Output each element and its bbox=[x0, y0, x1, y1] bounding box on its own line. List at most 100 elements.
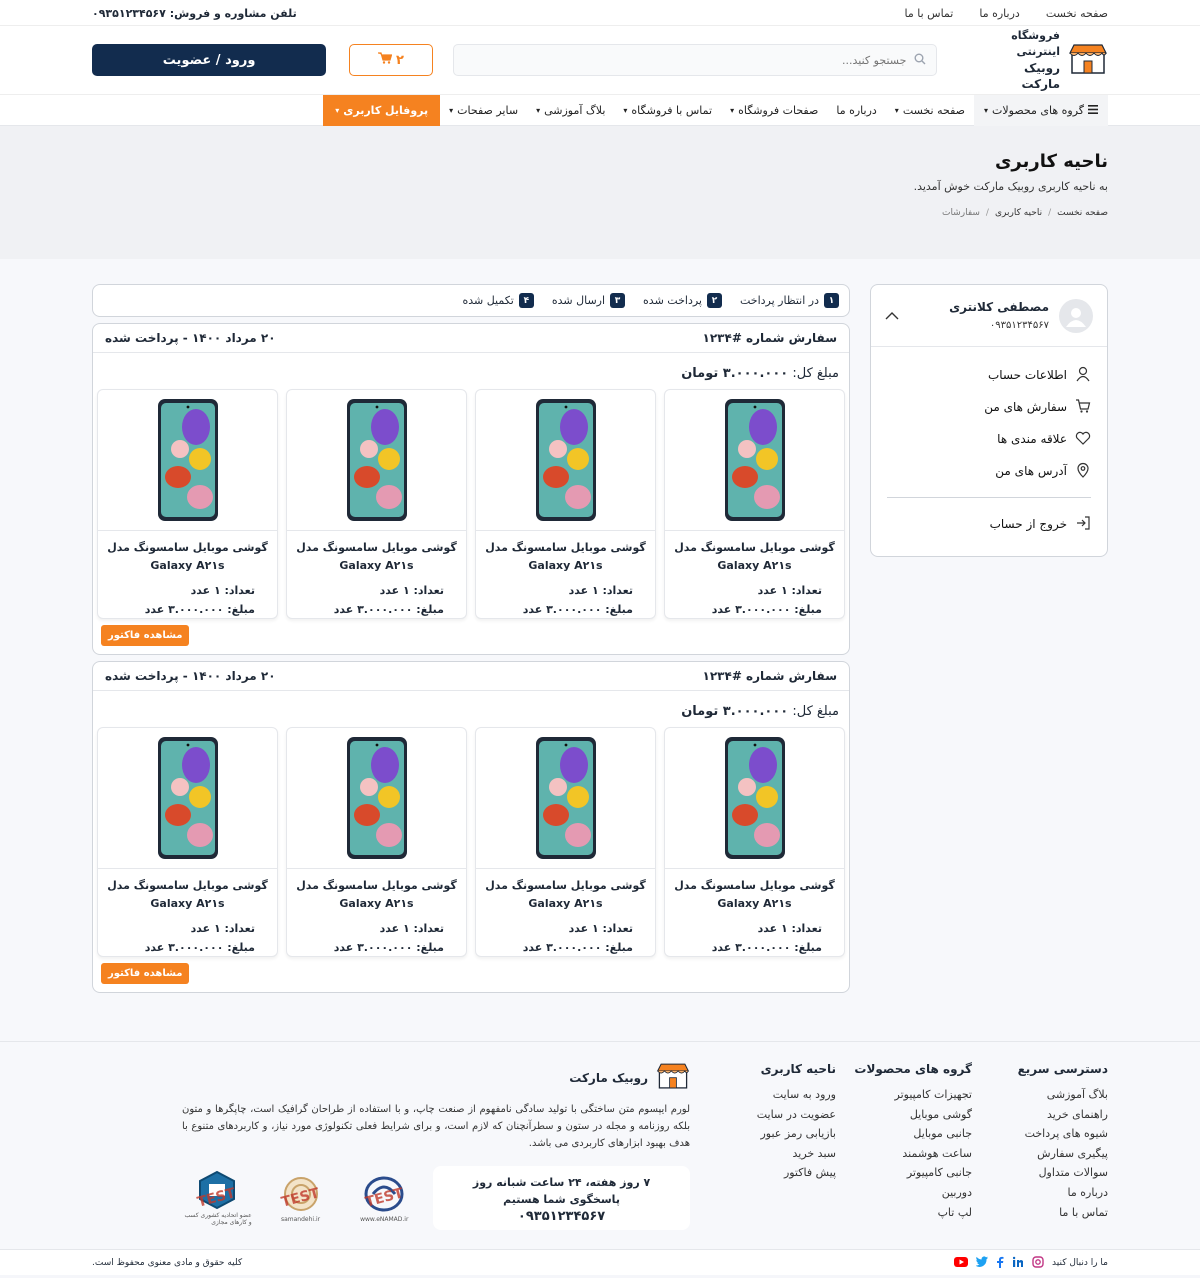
product-card[interactable]: گوشی موبایل سامسونگ مدل Galaxy A۲۱s تعداد… bbox=[475, 727, 656, 957]
order-total-label: مبلغ کل: bbox=[792, 704, 839, 719]
order-number: سفارش شماره #۱۲۳۴ bbox=[702, 331, 837, 345]
sidebar-item-label: خروج از حساب bbox=[989, 517, 1067, 531]
sidebar-item-account-info[interactable]: اطلاعات حساب bbox=[887, 359, 1091, 391]
phone-image bbox=[476, 390, 655, 531]
footer-link[interactable]: پیش فاکتور bbox=[736, 1166, 836, 1186]
product-price: مبلغ: ۳.۰۰۰.۰۰۰ عدد bbox=[333, 941, 444, 954]
breadcrumb-separator: / bbox=[985, 208, 989, 218]
nav-product-groups[interactable]: گروه های محصولات ▾ bbox=[974, 95, 1108, 126]
order-date-status: ۲۰ مرداد ۱۴۰۰ - پرداخت شده bbox=[105, 669, 276, 683]
tab-completed[interactable]: ۴ تکمیل شده bbox=[462, 293, 534, 308]
view-invoice-button[interactable]: مشاهده فاکتور bbox=[101, 963, 190, 984]
footer-link[interactable]: دوربین bbox=[836, 1186, 972, 1206]
product-model: Galaxy A۲۱s bbox=[717, 559, 792, 572]
tab-shipped[interactable]: ۳ ارسال شده bbox=[551, 293, 626, 308]
enamad-badge[interactable]: TEST www.eNAMAD.ir bbox=[349, 1166, 419, 1230]
union-badge[interactable]: TEST عضو اتحادیه کشوری کسب و کارهای مجاز… bbox=[182, 1166, 252, 1230]
product-name: گوشی موبایل سامسونگ مدل bbox=[107, 541, 268, 554]
page-title: ناحیه کاربری bbox=[994, 151, 1108, 172]
chevron-down-icon: ▾ bbox=[623, 106, 628, 115]
product-qty: تعداد: ۱ عدد bbox=[757, 922, 822, 935]
chevron-up-icon[interactable] bbox=[885, 309, 899, 323]
product-model: Galaxy A۲۱s bbox=[717, 897, 792, 910]
nav-label: درباره ما bbox=[836, 104, 877, 117]
footer-link[interactable]: درباره ما bbox=[972, 1186, 1108, 1206]
sidebar-item-my-orders[interactable]: سفارش های من bbox=[887, 391, 1091, 423]
nav-home[interactable]: صفحه نخست ▾ bbox=[886, 95, 974, 126]
top-link-home[interactable]: صفحه نخست bbox=[1046, 7, 1108, 20]
tab-label: در انتظار پرداخت bbox=[739, 294, 819, 307]
footer-link[interactable]: گوشی موبایل bbox=[836, 1108, 972, 1128]
product-card[interactable]: گوشی موبایل سامسونگ مدل Galaxy A۲۱s تعداد… bbox=[664, 727, 845, 957]
top-link-about[interactable]: درباره ما bbox=[979, 7, 1019, 20]
footer-link[interactable]: عضویت در سایت bbox=[736, 1108, 836, 1128]
logo[interactable]: فروشگاه اینترنتی روبیک مارکت bbox=[991, 28, 1108, 92]
footer-link[interactable]: ساعت هوشمند bbox=[836, 1147, 972, 1167]
product-card[interactable]: گوشی موبایل سامسونگ مدل Galaxy A۲۱s تعداد… bbox=[286, 389, 467, 619]
product-price: مبلغ: ۳.۰۰۰.۰۰۰ عدد bbox=[711, 941, 822, 954]
footer-link[interactable]: پیگیری سفارش bbox=[972, 1147, 1108, 1167]
linkedin-icon[interactable] bbox=[1012, 1256, 1024, 1271]
breadcrumb-current: سفارشات bbox=[941, 208, 980, 218]
tab-pending-payment[interactable]: ۱ در انتظار پرداخت bbox=[740, 293, 839, 308]
nav-about[interactable]: درباره ما bbox=[827, 95, 885, 126]
instagram-icon[interactable] bbox=[1032, 1255, 1044, 1271]
phone-image bbox=[98, 728, 277, 869]
footer-link[interactable]: لپ تاپ bbox=[836, 1206, 972, 1226]
cart-button[interactable]: ۲ bbox=[349, 44, 433, 76]
user-box: مصطفی کلانتری ۰۹۳۵۱۲۳۴۵۶۷ bbox=[871, 285, 1107, 347]
main-content: مصطفی کلانتری ۰۹۳۵۱۲۳۴۵۶۷ اطلاعات حساب س… bbox=[0, 259, 1200, 1041]
footer-link[interactable]: جانبی موبایل bbox=[836, 1127, 972, 1147]
chevron-down-icon: ▾ bbox=[449, 106, 454, 115]
chevron-down-icon: ▾ bbox=[730, 106, 735, 115]
support-phone[interactable]: ۰۹۳۵۱۲۳۴۵۶۷ bbox=[433, 1208, 690, 1225]
footer-link[interactable]: سوالات متداول bbox=[972, 1166, 1108, 1186]
phone-image bbox=[665, 728, 844, 869]
nav-contact[interactable]: تماس با فروشگاه ▾ bbox=[614, 95, 721, 126]
footer-link[interactable]: شیوه های پرداخت bbox=[972, 1127, 1108, 1147]
breadcrumb-separator: / bbox=[1048, 208, 1052, 218]
search-icon[interactable] bbox=[914, 53, 926, 68]
avatar bbox=[1059, 298, 1093, 333]
product-card[interactable]: گوشی موبایل سامسونگ مدل Galaxy A۲۱s تعداد… bbox=[286, 727, 467, 957]
order-total-value: ۳.۰۰۰.۰۰۰ تومان bbox=[681, 366, 789, 381]
breadcrumb-home[interactable]: صفحه نخست bbox=[1057, 208, 1108, 218]
product-card[interactable]: گوشی موبایل سامسونگ مدل Galaxy A۲۱s تعداد… bbox=[475, 389, 656, 619]
product-card[interactable]: گوشی موبایل سامسونگ مدل Galaxy A۲۱s تعداد… bbox=[97, 389, 278, 619]
view-invoice-button[interactable]: مشاهده فاکتور bbox=[101, 625, 190, 646]
nav-shop-pages[interactable]: صفحات فروشگاه ▾ bbox=[721, 95, 827, 126]
tab-label: ارسال شده bbox=[551, 294, 606, 307]
breadcrumb-account[interactable]: ناحیه کاربری bbox=[995, 208, 1042, 218]
tab-paid[interactable]: ۲ پرداخت شده bbox=[643, 293, 722, 308]
product-name: گوشی موبایل سامسونگ مدل bbox=[296, 879, 457, 892]
nav-other-pages[interactable]: سایر صفحات ▾ bbox=[440, 95, 527, 126]
footer-link[interactable]: بلاگ آموزشی bbox=[972, 1088, 1108, 1108]
samandehi-badge[interactable]: TEST samandehi.ir bbox=[266, 1166, 336, 1230]
order-number: سفارش شماره #۱۲۳۴ bbox=[702, 669, 837, 683]
facebook-icon[interactable] bbox=[996, 1256, 1004, 1271]
sidebar-item-addresses[interactable]: آدرس های من bbox=[887, 455, 1091, 487]
footer-link[interactable]: تماس با ما bbox=[972, 1206, 1108, 1226]
product-card[interactable]: گوشی موبایل سامسونگ مدل Galaxy A۲۱s تعداد… bbox=[664, 389, 845, 619]
footer-link[interactable]: جانبی کامپیوتر bbox=[836, 1166, 972, 1186]
chevron-down-icon: ▾ bbox=[894, 106, 899, 115]
footer-link[interactable]: سبد خرید bbox=[736, 1147, 836, 1167]
footer-link[interactable]: بازیابی رمز عبور bbox=[736, 1127, 836, 1147]
social-links: ما را دنبال کنید bbox=[954, 1255, 1108, 1271]
top-link-contact[interactable]: تماس با ما bbox=[905, 7, 954, 20]
sidebar-item-wishlist[interactable]: علاقه مندی ها bbox=[887, 423, 1091, 455]
twitter-icon[interactable] bbox=[975, 1256, 989, 1270]
product-qty: تعداد: ۱ عدد bbox=[379, 922, 444, 935]
nav-user-profile[interactable]: پروفایل کاربری ▾ bbox=[323, 95, 441, 126]
youtube-icon[interactable] bbox=[954, 1256, 969, 1270]
nav-blog[interactable]: بلاگ آموزشی ▾ bbox=[527, 95, 614, 126]
nav-label: پروفایل کاربری bbox=[343, 104, 429, 117]
sidebar-item-logout[interactable]: خروج از حساب bbox=[887, 508, 1091, 540]
search-input[interactable] bbox=[463, 53, 907, 67]
order-date-status: ۲۰ مرداد ۱۴۰۰ - پرداخت شده bbox=[105, 331, 276, 345]
footer-link[interactable]: تجهیزات کامپیوتر bbox=[836, 1088, 972, 1108]
product-card[interactable]: گوشی موبایل سامسونگ مدل Galaxy A۲۱s تعداد… bbox=[97, 727, 278, 957]
footer-link[interactable]: ورود به سایت bbox=[736, 1088, 836, 1108]
login-register-button[interactable]: ورود / عضویت bbox=[92, 44, 327, 76]
footer-link[interactable]: راهنمای خرید bbox=[972, 1108, 1108, 1128]
